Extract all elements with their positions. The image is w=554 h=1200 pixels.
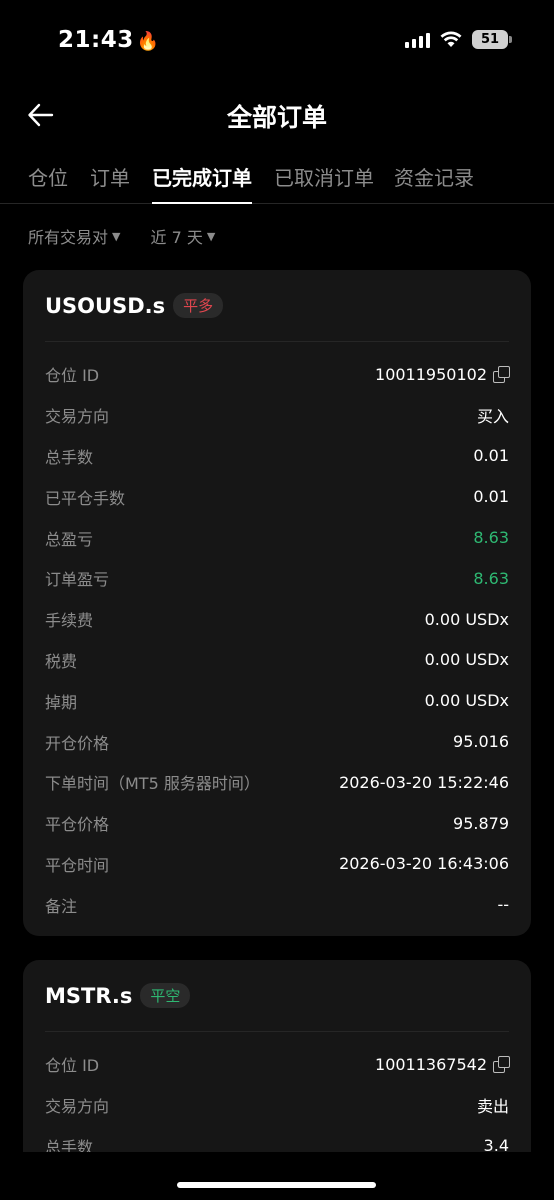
direction-value: 卖出	[476, 1097, 509, 1117]
symbol-name: MSTR.s	[45, 983, 133, 1008]
direction-label: 交易方向	[45, 407, 110, 427]
flame-icon: 🔥	[136, 31, 160, 52]
time-text: 21:43	[58, 27, 134, 53]
detail-row: 总手数 0.01	[45, 436, 509, 477]
fee-value: 0.00 USDx	[424, 609, 509, 629]
total-lots-label: 总手数	[45, 447, 94, 467]
period-filter-label: 近 7 天	[150, 228, 203, 247]
cellular-signal-icon	[405, 32, 430, 48]
position-id-label: 仓位 ID	[45, 1056, 100, 1076]
note-value: --	[497, 895, 509, 915]
order-pnl-value: 8.63	[473, 568, 509, 588]
order-detail-list: 仓位 ID 10011950102 交易方向 买入 总手数 0.01 已平仓手数 0.0…	[23, 342, 531, 925]
position-id-value: 10011367542	[375, 1054, 510, 1074]
battery-icon: 51	[472, 30, 512, 49]
period-filter[interactable]: 近 7 天 ▼	[150, 224, 215, 248]
total-pnl-label: 总盈亏	[45, 529, 94, 549]
detail-row: 仓位 ID 10011950102	[45, 354, 510, 395]
closed-lots-value: 0.01	[473, 487, 509, 507]
closed-lots-label: 已平仓手数	[45, 488, 126, 508]
tab-fund-records[interactable]: 资金记录	[394, 162, 474, 191]
detail-row: 手续费 0.00 USDx	[45, 599, 509, 640]
position-id-value: 10011950102	[375, 364, 510, 384]
home-indicator[interactable]	[177, 1182, 376, 1188]
order-card-header: USOUSD.s 平多	[45, 270, 509, 342]
tab-bar: 仓位 订单 已完成订单 已取消订单 资金记录	[0, 160, 554, 204]
tab-orders[interactable]: 订单	[90, 162, 130, 191]
order-time-label: 下单时间（MT5 服务器时间）	[45, 774, 260, 794]
status-badge: 平空	[140, 983, 191, 1008]
total-lots-value: 0.01	[473, 446, 509, 466]
open-price-value: 95.016	[453, 732, 509, 752]
detail-row: 税费 0.00 USDx	[45, 640, 509, 681]
detail-row: 仓位 ID 10011367542	[45, 1044, 510, 1085]
detail-row: 已平仓手数 0.01	[45, 476, 509, 517]
detail-row: 交易方向 卖出	[45, 1085, 509, 1126]
direction-label: 交易方向	[45, 1097, 110, 1117]
note-label: 备注	[45, 896, 78, 916]
detail-row: 平仓时间 2026-03-20 16:43:06	[45, 844, 509, 885]
status-icons: 51	[405, 30, 512, 49]
open-price-label: 开仓价格	[45, 733, 110, 753]
pair-filter-label: 所有交易对	[28, 228, 109, 247]
wifi-icon	[440, 31, 462, 47]
copy-icon[interactable]	[493, 1056, 510, 1074]
symbol-name: USOUSD.s	[45, 293, 166, 318]
close-price-value: 95.879	[453, 813, 509, 833]
position-id-label: 仓位 ID	[45, 366, 100, 386]
detail-row: 平仓价格 95.879	[45, 803, 509, 844]
status-bar: 21:43 🔥 51	[0, 0, 554, 84]
detail-row: 下单时间（MT5 服务器时间） 2026-03-20 15:22:46	[45, 762, 509, 803]
caret-down-icon: ▼	[112, 229, 121, 243]
fee-label: 手续费	[45, 611, 94, 631]
close-price-label: 平仓价格	[45, 815, 110, 835]
filter-bar: 所有交易对 ▼ 近 7 天 ▼	[28, 224, 215, 248]
order-card[interactable]: MSTR.s 平空 仓位 ID 10011367542 交易方向 卖出 总手数 3.4	[23, 960, 531, 1180]
position-id-text: 10011367542	[375, 1054, 487, 1074]
detail-row: 总盈亏 8.63	[45, 517, 509, 558]
swap-label: 掉期	[45, 692, 78, 712]
close-time-label: 平仓时间	[45, 855, 110, 875]
position-id-text: 10011950102	[375, 364, 487, 384]
caret-down-icon: ▼	[206, 229, 216, 243]
tab-cancelled-orders[interactable]: 已取消订单	[274, 162, 374, 191]
order-card[interactable]: USOUSD.s 平多 仓位 ID 10011950102 交易方向 买入 总手数 0…	[23, 270, 531, 936]
tab-completed-orders[interactable]: 已完成订单	[152, 162, 252, 204]
header: 全部订单	[0, 84, 554, 146]
copy-icon[interactable]	[493, 366, 510, 384]
detail-row: 开仓价格 95.016	[45, 721, 509, 762]
detail-row: 交易方向 买入	[45, 395, 509, 436]
direction-value: 买入	[476, 407, 509, 427]
bottom-fade	[0, 1152, 554, 1200]
detail-row: 订单盈亏 8.63	[45, 558, 509, 599]
detail-row: 备注 --	[45, 884, 509, 925]
total-pnl-value: 8.63	[473, 528, 509, 548]
pair-filter[interactable]: 所有交易对 ▼	[28, 224, 120, 248]
swap-value: 0.00 USDx	[424, 691, 509, 711]
battery-level: 51	[480, 32, 500, 47]
order-card-header: MSTR.s 平空	[45, 960, 509, 1032]
page-title: 全部订单	[226, 103, 327, 132]
order-pnl-label: 订单盈亏	[45, 570, 110, 590]
tax-value: 0.00 USDx	[424, 650, 509, 670]
close-time-value: 2026-03-20 16:43:06	[339, 854, 509, 874]
detail-row: 掉期 0.00 USDx	[45, 680, 509, 721]
status-badge: 平多	[173, 293, 224, 318]
order-detail-list: 仓位 ID 10011367542 交易方向 卖出 总手数 3.4	[23, 1032, 531, 1166]
tab-positions[interactable]: 仓位	[28, 162, 68, 191]
order-time-value: 2026-03-20 15:22:46	[339, 772, 509, 792]
status-time: 21:43 🔥	[58, 27, 160, 53]
tax-label: 税费	[45, 651, 78, 671]
